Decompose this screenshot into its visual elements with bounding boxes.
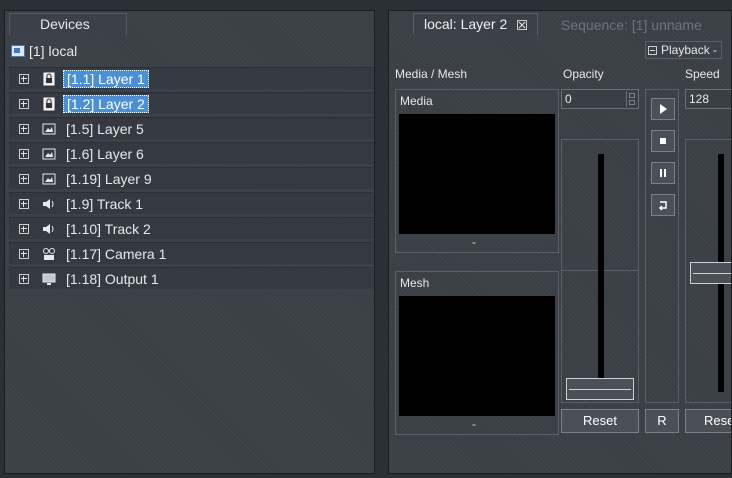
expand-icon[interactable]: [19, 273, 29, 284]
layer-lock-icon: [41, 96, 57, 112]
play-icon: [660, 104, 667, 114]
tree-root-label: [1] local: [29, 43, 78, 59]
tree-item-camera-1[interactable]: [1.17] Camera 1: [9, 242, 373, 264]
tab-sequence[interactable]: Sequence: [1] unname: [561, 17, 702, 33]
expand-icon[interactable]: [19, 223, 29, 234]
tree-item-track-2[interactable]: [1.10] Track 2: [9, 217, 373, 239]
opacity-slider-thumb[interactable]: [566, 378, 634, 400]
opacity-slider[interactable]: [561, 139, 639, 403]
expand-icon[interactable]: [19, 173, 29, 184]
layer-image-icon: [41, 171, 57, 187]
tree-item-label: [1.10] Track 2: [66, 220, 151, 237]
expand-icon[interactable]: [19, 198, 29, 209]
collapse-icon: [648, 45, 657, 55]
speed-input[interactable]: 128: [685, 89, 731, 109]
expand-icon[interactable]: [19, 98, 29, 109]
mesh-value: -: [472, 417, 476, 431]
media-value: -: [472, 235, 476, 249]
pause-icon: [660, 169, 666, 177]
playback-label: Playback -: [661, 43, 718, 57]
media-label: Media: [400, 94, 433, 108]
tree-item-label: [1.5] Layer 5: [66, 120, 144, 137]
camera-icon: [41, 246, 57, 262]
mesh-slot[interactable]: Mesh -: [395, 271, 559, 435]
tree-item-label: [1.18] Output 1: [66, 270, 159, 287]
speaker-icon: [41, 221, 57, 237]
speed-header: Speed: [685, 67, 720, 81]
opacity-header: Opacity: [563, 67, 604, 81]
expand-icon[interactable]: [19, 123, 29, 134]
mesh-preview[interactable]: [399, 296, 555, 416]
play-button[interactable]: [651, 98, 675, 120]
expand-icon[interactable]: [19, 73, 29, 84]
media-mesh-header: Media / Mesh: [395, 67, 468, 81]
opacity-spinner[interactable]: [626, 91, 637, 107]
opacity-reset-button[interactable]: Reset: [561, 409, 639, 433]
speed-slider[interactable]: [685, 139, 731, 403]
tree-item-output-1[interactable]: [1.18] Output 1: [9, 267, 373, 289]
loop-button[interactable]: [651, 194, 675, 216]
opacity-input[interactable]: 0: [561, 89, 639, 109]
speed-value: 128: [689, 92, 710, 106]
computer-icon: [11, 45, 25, 57]
tree-item-layer-5[interactable]: [1.5] Layer 5: [9, 117, 373, 139]
loop-icon: [658, 201, 667, 211]
media-preview[interactable]: [399, 114, 555, 234]
tree-item-label: [1.9] Track 1: [66, 195, 144, 212]
transport-strip: [645, 89, 679, 403]
stop-button[interactable]: [651, 130, 675, 152]
tree-item-label: [1.1] Layer 1: [63, 69, 149, 88]
layer-editor-panel: local: Layer 2 Sequence: [1] unname Play…: [388, 10, 732, 474]
pause-button[interactable]: [651, 162, 675, 184]
speed-slider-thumb[interactable]: [690, 262, 731, 284]
expand-icon[interactable]: [19, 148, 29, 159]
stop-icon: [660, 138, 666, 144]
tree-item-label: [1.2] Layer 2: [63, 94, 149, 113]
tab-local-layer-2[interactable]: local: Layer 2: [413, 13, 539, 35]
speaker-icon: [41, 196, 57, 212]
devices-panel: Devices [1] local [1.1] Layer 1 [1.2] La…: [4, 10, 375, 474]
devices-tab[interactable]: Devices: [9, 13, 127, 35]
media-slot[interactable]: Media -: [395, 89, 559, 253]
opacity-value: 0: [565, 92, 572, 106]
tree-item-layer-2[interactable]: [1.2] Layer 2: [9, 92, 373, 114]
layer-image-icon: [41, 121, 57, 137]
close-tab-icon[interactable]: [517, 20, 528, 31]
opacity-slider-track: [598, 154, 604, 392]
tree-item-layer-6[interactable]: [1.6] Layer 6: [9, 142, 373, 164]
playback-toggle[interactable]: Playback -: [645, 41, 723, 59]
tree-root-local[interactable]: [1] local: [11, 41, 77, 61]
monitor-icon: [41, 271, 57, 287]
tree-item-layer-1[interactable]: [1.1] Layer 1: [9, 67, 373, 89]
expand-icon[interactable]: [19, 248, 29, 259]
mesh-label: Mesh: [400, 276, 430, 290]
tree-item-label: [1.17] Camera 1: [66, 245, 167, 262]
layer-image-icon: [41, 146, 57, 162]
tree-item-track-1[interactable]: [1.9] Track 1: [9, 192, 373, 214]
tree-item-label: [1.19] Layer 9: [66, 170, 152, 187]
speed-reset-button[interactable]: Rese: [685, 409, 731, 433]
transport-r-button[interactable]: R: [645, 409, 679, 433]
layer-lock-icon: [41, 71, 57, 87]
tab-label: local: Layer 2: [424, 16, 508, 32]
tree-item-label: [1.6] Layer 6: [66, 145, 144, 162]
tree-item-layer-9[interactable]: [1.19] Layer 9: [9, 167, 373, 189]
